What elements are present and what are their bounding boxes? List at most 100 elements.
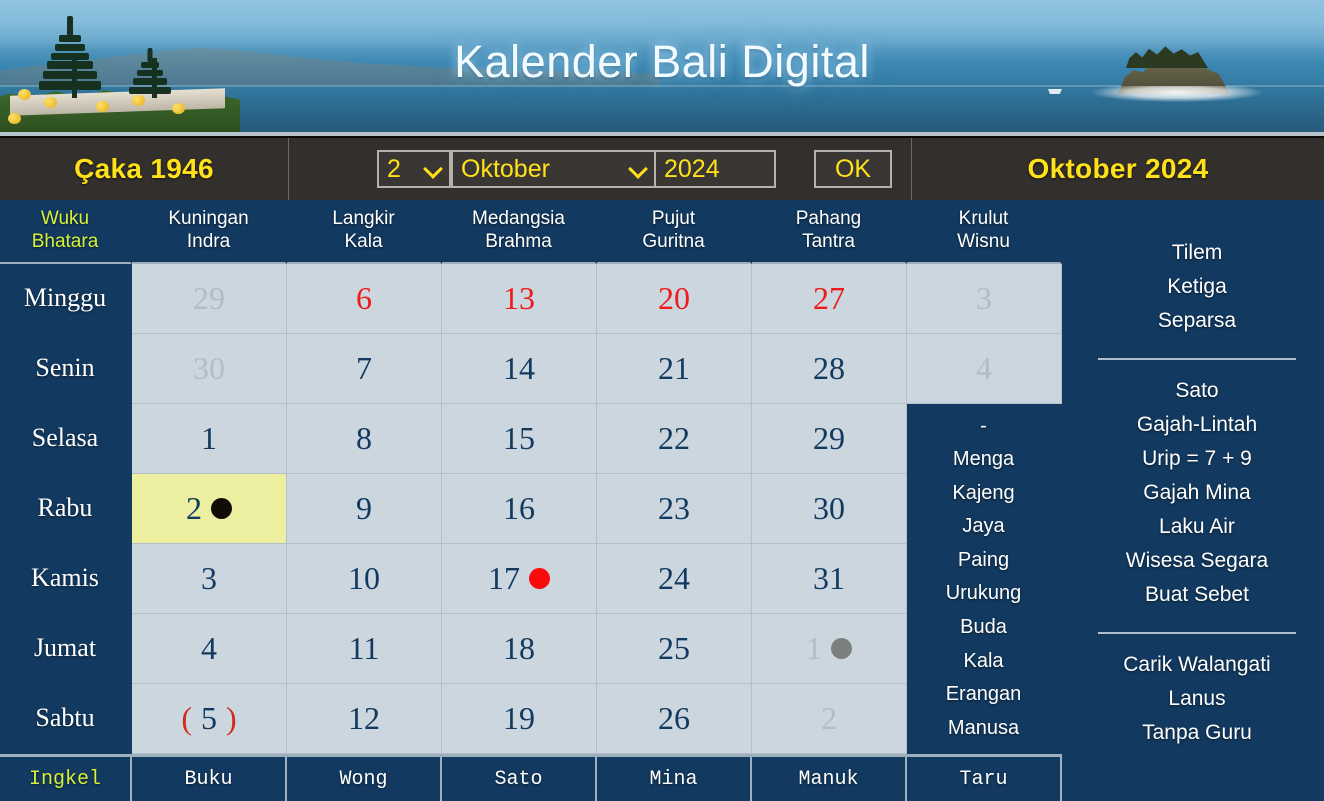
calendar-grid: Wuku Bhatara Kuningan Indra Langkir Kala Medan… — [0, 200, 1070, 801]
footer-cell-sato: Sato — [442, 753, 597, 801]
month-select[interactable]: Oktober — [451, 150, 656, 188]
info-line: Lanus — [1168, 687, 1226, 711]
date-number: 26 — [658, 699, 690, 736]
bali-temple-photo — [0, 0, 300, 136]
day-name-kamis: Kamis — [0, 543, 132, 614]
header-wuku-bhatara: Wuku Bhatara — [0, 200, 132, 264]
date-number: 23 — [658, 489, 690, 526]
year-input[interactable]: 2024 — [656, 150, 776, 188]
footer-cell-manuk: Manuk — [752, 753, 907, 801]
header-line1: Medangsia — [472, 208, 565, 230]
calendar-week-row: Minggu 29 6 13 20 27 3 — [0, 263, 1070, 334]
date-number: 2 — [821, 699, 837, 736]
date-cell[interactable]: 10 — [287, 543, 442, 614]
header-wuku-pujut: Pujut Guritna — [597, 200, 752, 264]
krulut-info-panel: - Menga Kajeng Jaya Paing Urukung Buda Kala Eran… — [907, 403, 1062, 754]
date-cell[interactable]: 31 — [752, 543, 907, 614]
date-cell[interactable]: 30 — [752, 473, 907, 544]
day-select[interactable]: 2 — [377, 150, 451, 188]
header-line1: Langkir — [332, 208, 395, 230]
date-cell[interactable]: 25 — [597, 613, 752, 684]
date-cell[interactable]: 26 — [597, 683, 752, 754]
date-cell[interactable]: 27 — [752, 263, 907, 334]
header-wuku-medangsia: Medangsia Brahma — [442, 200, 597, 264]
info-line: Buat Sebet — [1145, 583, 1249, 607]
date-cell[interactable]: 4 — [907, 333, 1062, 404]
header-line1: Pujut — [651, 208, 696, 230]
date-number: 20 — [658, 279, 690, 316]
date-cell[interactable]: 29 — [132, 263, 287, 334]
date-number: 12 — [348, 699, 380, 736]
date-cell[interactable]: 3 — [132, 543, 287, 614]
date-number: 29 — [193, 279, 225, 316]
date-number: 29 — [813, 419, 845, 456]
ok-button[interactable]: OK — [814, 150, 892, 188]
date-cell[interactable]: 1 — [132, 403, 287, 474]
date-number: 28 — [813, 349, 845, 386]
krulut-info-item: Menga — [952, 448, 1015, 471]
header-line2: Guritna — [642, 230, 705, 252]
info-group-lunar: Tilem Ketiga Separsa — [1082, 234, 1312, 344]
date-cell[interactable]: 23 — [597, 473, 752, 544]
date-cell[interactable]: 9 — [287, 473, 442, 544]
date-number: 9 — [356, 489, 372, 526]
date-cell[interactable]: 21 — [597, 333, 752, 404]
date-number: 8 — [356, 419, 372, 456]
new-moon-icon — [211, 497, 232, 519]
date-selector-group: 2 Oktober 2024 OK — [289, 138, 912, 200]
date-number: 25 — [658, 629, 690, 666]
date-number: 30 — [813, 489, 845, 526]
header-wuku-langkir: Langkir Kala — [287, 200, 442, 264]
info-line: Ketiga — [1167, 275, 1227, 299]
info-group-wariga: Sato Gajah-Lintah Urip = 7 + 9 Gajah Mina La… — [1082, 372, 1312, 618]
date-cell[interactable]: 7 — [287, 333, 442, 404]
date-cell[interactable]: 2 — [132, 473, 287, 544]
date-number: 16 — [503, 489, 535, 526]
date-number: 24 — [658, 559, 690, 596]
date-cell[interactable]: 30 — [132, 333, 287, 404]
date-number: 10 — [348, 559, 380, 596]
date-cell[interactable]: 17 — [442, 543, 597, 614]
date-cell[interactable]: 29 — [752, 403, 907, 474]
date-cell[interactable]: 15 — [442, 403, 597, 474]
day-name-minggu: Minggu — [0, 263, 132, 334]
date-cell[interactable]: 24 — [597, 543, 752, 614]
date-cell[interactable]: 11 — [287, 613, 442, 684]
date-cell[interactable]: 16 — [442, 473, 597, 544]
date-number: 15 — [503, 419, 535, 456]
banner-edge — [0, 132, 1324, 136]
krulut-info-item: Erangan — [945, 683, 1022, 706]
krulut-info-item: - — [980, 414, 987, 437]
date-cell[interactable]: 13 — [442, 263, 597, 334]
date-cell[interactable]: 8 — [287, 403, 442, 474]
date-cell[interactable]: 3 — [907, 263, 1062, 334]
surf-decoration — [1092, 86, 1262, 102]
date-number: 21 — [658, 349, 690, 386]
date-cell[interactable]: 22 — [597, 403, 752, 474]
date-number: 2 — [186, 490, 232, 527]
date-cell[interactable]: 12 — [287, 683, 442, 754]
date-cell[interactable]: (5) — [132, 683, 287, 754]
boat-decoration — [1048, 89, 1062, 94]
header-line1: Wuku — [40, 208, 90, 230]
date-cell[interactable]: 1 — [752, 613, 907, 684]
date-cell[interactable]: 14 — [442, 333, 597, 404]
date-cell[interactable]: 6 — [287, 263, 442, 334]
info-line: Gajah-Lintah — [1136, 413, 1258, 437]
date-cell[interactable]: 18 — [442, 613, 597, 684]
info-line: Laku Air — [1159, 515, 1235, 539]
header-wuku-krulut: Krulut Wisnu — [907, 200, 1062, 264]
day-name-jumat: Jumat — [0, 613, 132, 684]
date-cell[interactable]: 19 — [442, 683, 597, 754]
date-cell[interactable]: 20 — [597, 263, 752, 334]
rock-island-photo — [1092, 46, 1262, 108]
day-name-selasa: Selasa — [0, 403, 132, 474]
date-cell[interactable]: 28 — [752, 333, 907, 404]
date-cell[interactable]: 4 — [132, 613, 287, 684]
date-cell[interactable]: 2 — [752, 683, 907, 754]
footer-cell-mina: Mina — [597, 753, 752, 801]
date-number: 13 — [503, 279, 535, 316]
krulut-info-item: Jaya — [962, 515, 1005, 538]
date-number: 11 — [348, 629, 380, 666]
calendar-week-row: Senin 30 7 14 21 28 4 — [0, 333, 1070, 404]
